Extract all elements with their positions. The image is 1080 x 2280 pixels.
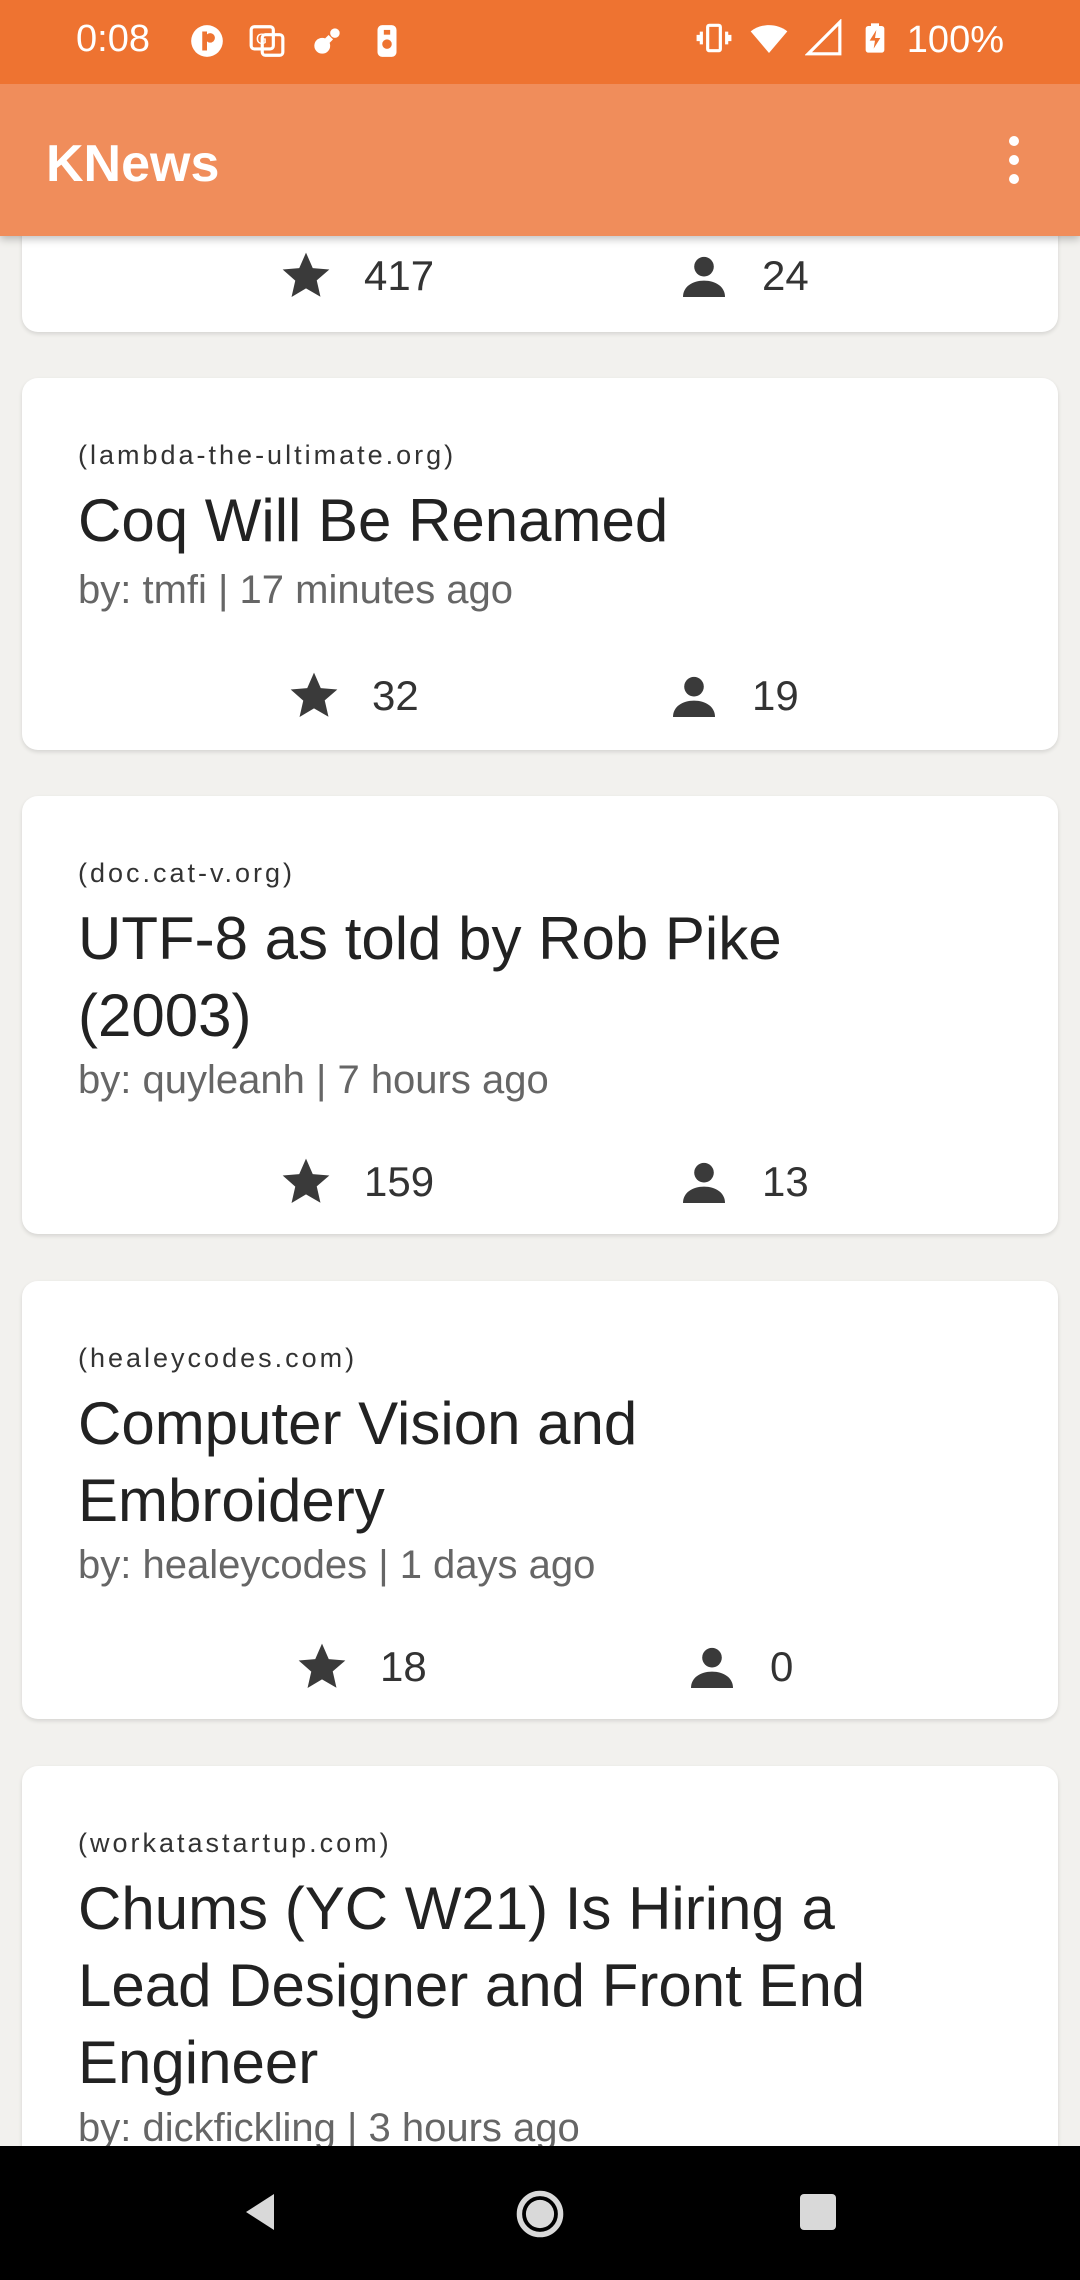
points-stat: 159 (278, 1154, 434, 1210)
person-icon (673, 676, 715, 717)
back-button[interactable] (236, 2188, 284, 2241)
comments-stat: 19 (666, 668, 799, 724)
story-byline: by: quyleanh | 7 hours ago (78, 1058, 549, 1102)
sim-icon (368, 22, 406, 60)
star-icon (282, 1158, 330, 1203)
comments-count: 0 (770, 1643, 794, 1690)
home-icon (516, 2190, 564, 2238)
vibrate-icon (695, 19, 733, 62)
person-icon (683, 256, 725, 297)
points-count: 18 (380, 1643, 427, 1690)
points-count: 32 (372, 672, 419, 719)
translate-icon: G (248, 22, 286, 60)
battery-charging-icon (859, 19, 891, 62)
story-byline: by: dickfickling | 3 hours ago (78, 2106, 580, 2146)
system-icons: 100% (695, 18, 1004, 63)
story-title[interactable]: Coq Will Be Renamed (78, 482, 978, 559)
points-stat: 32 (286, 668, 419, 724)
story-source: (healeycodes.com) (78, 1343, 358, 1373)
status-bar: 0:08 G 100% (0, 0, 1080, 84)
story-card[interactable]: (healeycodes.com) Computer Vision and Em… (22, 1281, 1058, 1719)
story-source: (lambda-the-ultimate.org) (78, 440, 457, 470)
comments-stat: 24 (676, 248, 809, 304)
svg-text:G: G (256, 32, 267, 48)
wifi-icon (749, 18, 789, 63)
app-icon (188, 22, 226, 60)
points-stat: 18 (294, 1639, 427, 1695)
comments-count: 13 (762, 1158, 809, 1205)
story-title[interactable]: UTF-8 as told by Rob Pike (2003) (78, 900, 978, 1054)
comments-count: 24 (762, 252, 809, 299)
story-title[interactable]: Computer Vision and Embroidery (78, 1385, 978, 1539)
star-icon (298, 1643, 346, 1688)
points-count: 159 (364, 1158, 435, 1205)
person-icon (683, 1162, 725, 1203)
notification-icons: G (188, 22, 406, 60)
star-icon (290, 672, 338, 717)
battery-percent: 100% (906, 19, 1004, 61)
story-feed[interactable]: 417 24 (lambda-the-ultimate.org) Coq Wil… (0, 0, 1080, 2146)
recents-icon (800, 2194, 836, 2230)
status-time: 0:08 (76, 18, 150, 60)
comments-stat: 13 (676, 1154, 809, 1210)
navigation-bar (0, 2146, 1080, 2280)
more-options-button[interactable] (1004, 136, 1024, 184)
comments-stat: 0 (684, 1639, 793, 1695)
points-count: 417 (364, 252, 435, 299)
story-source: (doc.cat-v.org) (78, 858, 296, 888)
story-title[interactable]: Chums (YC W21) Is Hiring a Lead Designer… (78, 1870, 978, 2101)
story-byline: by: tmfi | 17 minutes ago (78, 568, 514, 612)
star-icon (282, 252, 330, 297)
signal-icon (804, 18, 843, 62)
story-byline: by: healeycodes | 1 days ago (78, 1543, 596, 1587)
points-stat: 417 (278, 248, 434, 304)
home-button[interactable] (514, 2188, 566, 2245)
recents-button[interactable] (794, 2188, 842, 2241)
story-card[interactable]: (doc.cat-v.org) UTF-8 as told by Rob Pik… (22, 796, 1058, 1234)
app-title: KNews (46, 135, 220, 193)
person-icon (691, 1647, 733, 1688)
story-card[interactable]: (lambda-the-ultimate.org) Coq Will Be Re… (22, 378, 1058, 750)
app-bar: KNews (0, 84, 1080, 236)
story-card[interactable]: (workatastartup.com) Chums (YC W21) Is H… (22, 1766, 1058, 2146)
back-icon (246, 2194, 274, 2230)
bug-icon (308, 22, 346, 60)
more-vert-icon (1009, 136, 1019, 146)
comments-count: 19 (752, 672, 799, 719)
story-source: (workatastartup.com) (78, 1828, 392, 1858)
